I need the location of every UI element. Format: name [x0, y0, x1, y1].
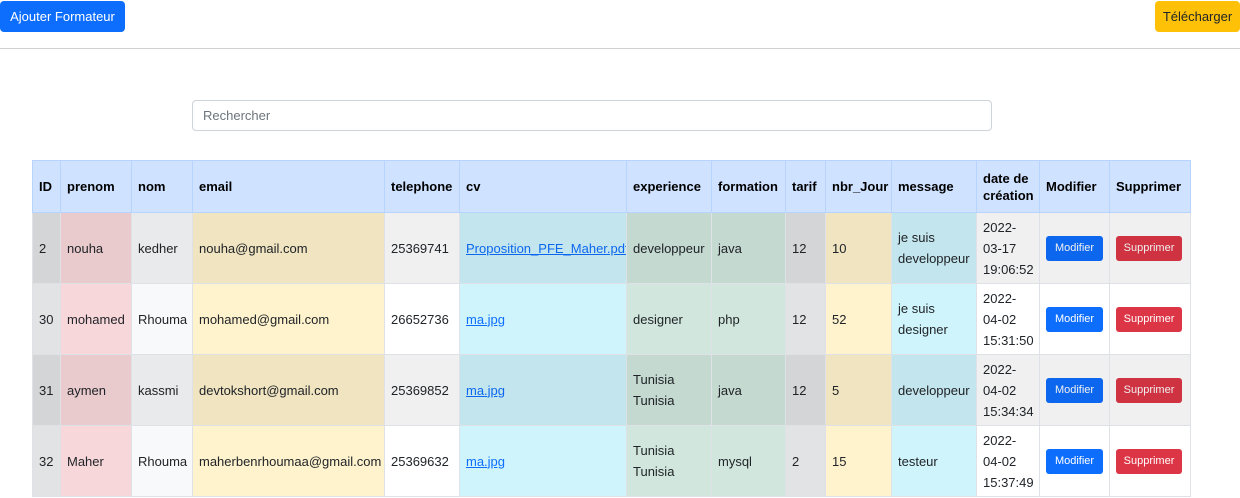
cell-cv: ma.jpg [459, 283, 627, 355]
cell-date: 2022-03-17 19:06:52 [976, 212, 1040, 284]
cell-experience: Tunisia Tunisia [626, 425, 712, 497]
col-header-nom: nom [131, 160, 193, 213]
cell-nom: Rhouma [131, 283, 193, 355]
col-header-prenom: prenom [60, 160, 132, 213]
cell-nbr-jour: 52 [825, 283, 892, 355]
cell-formation: java [711, 212, 786, 284]
cell-experience: designer [626, 283, 712, 355]
col-header-modifier: Modifier [1039, 160, 1110, 213]
cv-link[interactable]: ma.jpg [466, 454, 505, 469]
cell-id: 32 [32, 425, 61, 497]
cell-prenom: nouha [60, 212, 132, 284]
trainers-table: ID prenom nom email telephone cv experie… [32, 160, 1191, 497]
cell-prenom: mohamed [60, 283, 132, 355]
cell-message: developpeur [891, 354, 977, 426]
cell-cv: ma.jpg [459, 354, 627, 426]
cv-link[interactable]: ma.jpg [466, 383, 505, 398]
cell-date: 2022-04-02 15:34:34 [976, 354, 1040, 426]
download-button[interactable]: Télécharger [1155, 1, 1240, 32]
cell-telephone: 26652736 [384, 283, 460, 355]
col-header-formation: formation [711, 160, 786, 213]
cell-email: maherbenrhoumaa@gmail.com [192, 425, 385, 497]
cv-link[interactable]: Proposition_PFE_Maher.pdf [466, 241, 626, 256]
cell-modify: Modifier [1039, 212, 1110, 284]
cell-prenom: aymen [60, 354, 132, 426]
cell-formation: php [711, 283, 786, 355]
cell-delete: Supprimer [1109, 283, 1191, 355]
cell-nbr-jour: 10 [825, 212, 892, 284]
col-header-date: date de création [976, 160, 1040, 213]
cell-nbr-jour: 15 [825, 425, 892, 497]
cell-tarif: 12 [785, 283, 826, 355]
cell-telephone: 25369852 [384, 354, 460, 426]
delete-button[interactable]: Supprimer [1116, 306, 1182, 332]
cell-nbr-jour: 5 [825, 354, 892, 426]
cell-id: 2 [32, 212, 61, 284]
cell-date: 2022-04-02 15:31:50 [976, 283, 1040, 355]
cell-id: 30 [32, 283, 61, 355]
add-trainer-button[interactable]: Ajouter Formateur [0, 1, 125, 32]
cell-email: devtokshort@gmail.com [192, 354, 385, 426]
cell-cv: ma.jpg [459, 425, 627, 497]
cell-experience: developpeur [626, 212, 712, 284]
cell-message: testeur [891, 425, 977, 497]
cell-nom: kedher [131, 212, 193, 284]
cell-experience: Tunisia Tunisia [626, 354, 712, 426]
table-header-row: ID prenom nom email telephone cv experie… [32, 160, 1191, 213]
cell-modify: Modifier [1039, 354, 1110, 426]
cell-nom: Rhouma [131, 425, 193, 497]
table-row: 31 aymen kassmi devtokshort@gmail.com 25… [32, 354, 1191, 426]
col-header-id: ID [32, 160, 61, 213]
cell-modify: Modifier [1039, 425, 1110, 497]
cell-id: 31 [32, 354, 61, 426]
cell-delete: Supprimer [1109, 354, 1191, 426]
col-header-cv: cv [459, 160, 627, 213]
cell-date: 2022-04-02 15:37:49 [976, 425, 1040, 497]
cv-link[interactable]: ma.jpg [466, 312, 505, 327]
cell-prenom: Maher [60, 425, 132, 497]
cell-email: nouha@gmail.com [192, 212, 385, 284]
col-header-email: email [192, 160, 385, 213]
col-header-nbr-jour: nbr_Jour [825, 160, 892, 213]
col-header-telephone: telephone [384, 160, 460, 213]
table-row: 32 Maher Rhouma maherbenrhoumaa@gmail.co… [32, 425, 1191, 497]
cell-telephone: 25369632 [384, 425, 460, 497]
cell-formation: mysql [711, 425, 786, 497]
cell-cv: Proposition_PFE_Maher.pdf [459, 212, 627, 284]
modify-button[interactable]: Modifier [1046, 235, 1103, 261]
delete-button[interactable]: Supprimer [1116, 235, 1182, 261]
table-row: 2 nouha kedher nouha@gmail.com 25369741 … [32, 212, 1191, 284]
col-header-supprimer: Supprimer [1109, 160, 1191, 213]
cell-message: je suis designer [891, 283, 977, 355]
cell-delete: Supprimer [1109, 212, 1191, 284]
delete-button[interactable]: Supprimer [1116, 448, 1182, 474]
cell-tarif: 2 [785, 425, 826, 497]
cell-tarif: 12 [785, 354, 826, 426]
cell-formation: java [711, 354, 786, 426]
col-header-experience: experience [626, 160, 712, 213]
cell-modify: Modifier [1039, 283, 1110, 355]
cell-message: je suis developpeur [891, 212, 977, 284]
cell-nom: kassmi [131, 354, 193, 426]
header-divider [0, 48, 1240, 49]
delete-button[interactable]: Supprimer [1116, 377, 1182, 403]
col-header-message: message [891, 160, 977, 213]
modify-button[interactable]: Modifier [1046, 448, 1103, 474]
cell-tarif: 12 [785, 212, 826, 284]
cell-telephone: 25369741 [384, 212, 460, 284]
search-input[interactable] [192, 100, 992, 131]
col-header-tarif: tarif [785, 160, 826, 213]
table-row: 30 mohamed Rhouma mohamed@gmail.com 2665… [32, 283, 1191, 355]
cell-delete: Supprimer [1109, 425, 1191, 497]
modify-button[interactable]: Modifier [1046, 377, 1103, 403]
cell-email: mohamed@gmail.com [192, 283, 385, 355]
modify-button[interactable]: Modifier [1046, 306, 1103, 332]
